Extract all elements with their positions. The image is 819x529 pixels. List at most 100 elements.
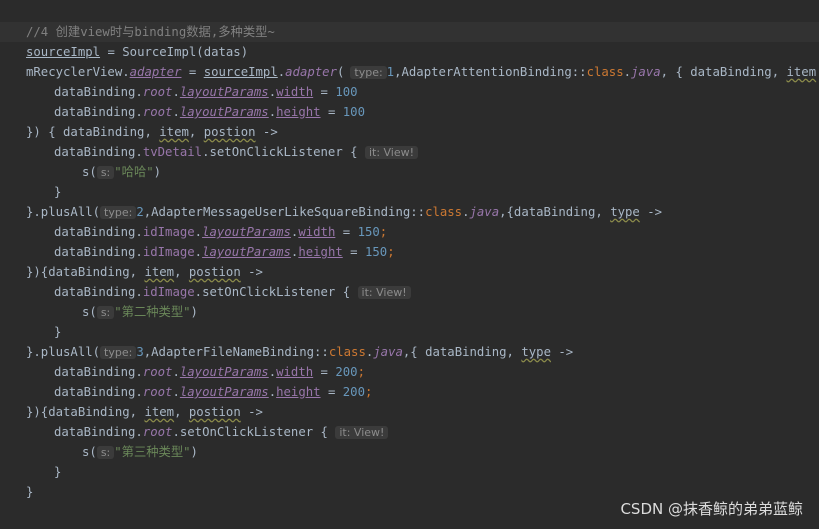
keyword-class: class (328, 345, 366, 359)
property-adapter: adapter (129, 65, 182, 79)
property-root: root (142, 365, 173, 379)
code-text: -> (639, 205, 663, 219)
code-text: dataBinding. (54, 145, 143, 159)
code-text: . (172, 365, 180, 379)
number: 100 (342, 105, 365, 119)
code-text: -> (240, 405, 263, 419)
code-line-4[interactable]: dataBinding.root.layoutParams.width = 10… (54, 82, 358, 102)
code-text: }){dataBinding, (26, 405, 145, 419)
code-line-23[interactable]: } (54, 462, 61, 482)
code-text: -> (255, 125, 278, 139)
property-adapter: adapter (285, 65, 337, 79)
variable-sourceimpl: sourceImpl (203, 65, 278, 79)
param-postion: postion (203, 125, 256, 139)
code-line-8[interactable]: s(s: "哈哈") (82, 162, 161, 182)
code-text: , (174, 265, 189, 279)
property-idimage: idImage (142, 225, 195, 239)
semicolon: ; (387, 245, 395, 259)
code-text: = (313, 365, 336, 379)
string-literal: "哈哈" (114, 165, 154, 179)
number: 2 (136, 205, 144, 219)
property-root: root (142, 85, 173, 99)
string-literal: "第二种类型" (114, 305, 191, 319)
code-line-22[interactable]: s(s: "第三种类型") (82, 442, 198, 462)
code-text: = SourceImpl(datas) (100, 45, 249, 59)
code-line-14[interactable]: dataBinding.idImage.setOnClickListener {… (54, 282, 411, 302)
property-java: java (631, 65, 661, 79)
code-text: . (268, 385, 277, 399)
code-line-16[interactable]: } (54, 322, 61, 342)
lambda-hint: it: View! (335, 426, 389, 439)
code-text: . (172, 105, 180, 119)
code-text: , (188, 125, 204, 139)
code-text: } (54, 465, 62, 479)
code-line-10[interactable]: }.plusAll(type: 2,AdapterMessageUserLikeS… (26, 202, 662, 222)
code-line-3[interactable]: mRecyclerView.adapter = sourceImpl.adapt… (26, 62, 819, 82)
code-text: }.plusAll( (26, 345, 101, 359)
code-text: . (172, 85, 180, 99)
code-text: s( (82, 305, 97, 319)
code-text: ) (190, 305, 198, 319)
code-text: . (268, 105, 277, 119)
code-line-12[interactable]: dataBinding.idImage.layoutParams.height … (54, 242, 395, 262)
code-line-18[interactable]: dataBinding.root.layoutParams.width = 20… (54, 362, 365, 382)
code-text: ,{dataBinding, (499, 205, 611, 219)
code-text: = (181, 65, 204, 79)
code-line-20[interactable]: }){dataBinding, item, postion -> (26, 402, 263, 422)
code-line-13[interactable]: }){dataBinding, item, postion -> (26, 262, 263, 282)
param-item: item (144, 405, 175, 419)
code-text: ) (153, 165, 162, 179)
number: 3 (136, 345, 144, 359)
code-text: dataBinding. (54, 425, 143, 439)
number: 100 (335, 85, 358, 99)
code-line-15[interactable]: s(s: "第二种类型") (82, 302, 198, 322)
code-line-19[interactable]: dataBinding.root.layoutParams.height = 2… (54, 382, 372, 402)
property-layoutparams: layoutParams (179, 385, 269, 399)
watermark: CSDN @抹香鲸的弟弟蓝鲸 (620, 500, 803, 518)
code-text: .setOnClickListener { (172, 425, 336, 439)
code-text: mRecyclerView. (26, 65, 130, 79)
code-text: -> (550, 345, 574, 359)
property-root: root (142, 425, 173, 439)
code-text: } (54, 325, 62, 339)
code-line-21[interactable]: dataBinding.root.setOnClickListener { it… (54, 422, 389, 442)
code-line-11[interactable]: dataBinding.idImage.layoutParams.width =… (54, 222, 387, 242)
property-idimage: idImage (142, 285, 195, 299)
property-layoutparams: layoutParams (179, 85, 269, 99)
string-literal: "第三种类型" (114, 445, 191, 459)
code-line-9[interactable]: } (54, 182, 61, 202)
property-layoutparams: layoutParams (202, 225, 291, 239)
lambda-hint: it: View! (357, 286, 411, 299)
code-text: dataBinding. (54, 85, 143, 99)
parameter-hint: type: (100, 206, 137, 219)
code-line-1[interactable]: //4 创建view时与binding数据,多种类型~ (26, 22, 275, 42)
code-text: }.plusAll( (26, 205, 101, 219)
number: 150 (364, 245, 388, 259)
code-line-17[interactable]: }.plusAll(type: 3,AdapterFileNameBinding:… (26, 342, 573, 362)
code-line-7[interactable]: dataBinding.tvDetail.setOnClickListener … (54, 142, 419, 162)
code-line-2[interactable]: sourceImpl = SourceImpl(datas) (26, 42, 248, 62)
code-line-5[interactable]: dataBinding.root.layoutParams.height = 1… (54, 102, 365, 122)
property-width: width (276, 85, 314, 99)
code-text: dataBinding. (54, 245, 143, 259)
code-text: -> (240, 265, 263, 279)
number: 150 (357, 225, 380, 239)
code-text: dataBinding. (54, 225, 143, 239)
param-item: item (144, 265, 175, 279)
property-java: java (373, 345, 403, 359)
param-postion: postion (188, 405, 241, 419)
code-text: . (194, 245, 203, 259)
code-text: }) { dataBinding, (26, 125, 160, 139)
semicolon: ; (357, 365, 365, 379)
param-type: type (521, 345, 551, 359)
code-text: dataBinding. (54, 365, 143, 379)
property-width: width (298, 225, 336, 239)
lambda-hint: it: View! (364, 146, 419, 159)
code-text: dataBinding. (54, 385, 143, 399)
code-text: s( (82, 165, 97, 179)
property-root: root (142, 385, 173, 399)
code-text: ,AdapterMessageUserLikeSquareBinding:: (143, 205, 426, 219)
code-line-24[interactable]: } (26, 482, 33, 502)
code-text: . (172, 385, 180, 399)
code-line-6[interactable]: }) { dataBinding, item, postion -> (26, 122, 278, 142)
